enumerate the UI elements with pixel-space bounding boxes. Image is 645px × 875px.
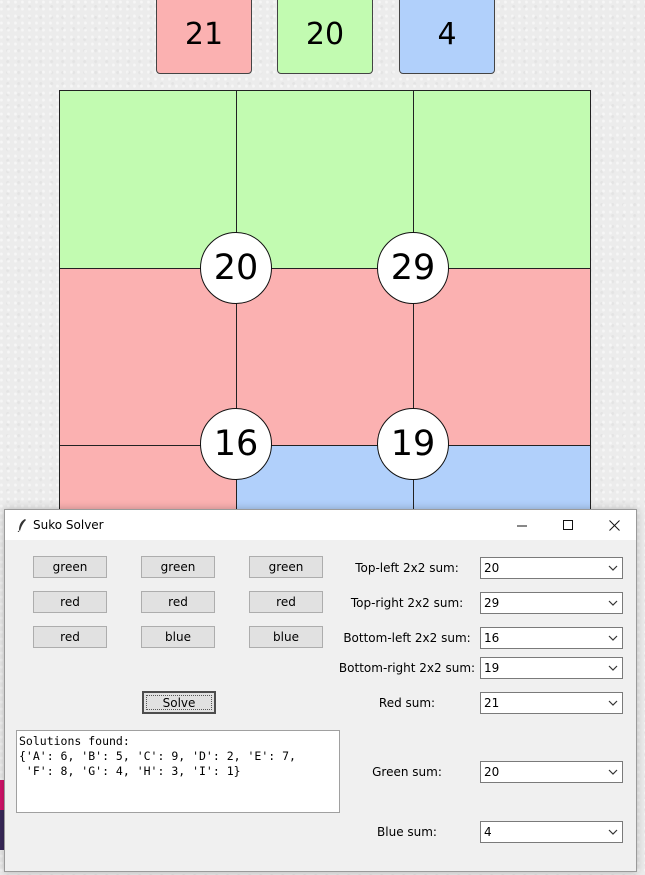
bottom-right-sum-label: Bottom-right 2x2 sum: (338, 661, 476, 675)
circle-value: 29 (390, 248, 436, 288)
output-line: Solutions found: (19, 734, 130, 748)
select-value: 4 (484, 825, 492, 839)
bottom-left-sum-select[interactable]: 16 (480, 627, 623, 649)
minimize-icon (516, 525, 527, 526)
blue-sum-select[interactable]: 4 (480, 821, 623, 843)
suko-board: 20 29 16 19 (59, 90, 591, 525)
cell-color-button-f[interactable]: red (249, 591, 323, 613)
cell-color-button-i[interactable]: blue (249, 626, 323, 648)
minimize-button[interactable] (499, 510, 545, 540)
select-value: 16 (484, 631, 500, 645)
close-icon (608, 519, 620, 531)
circle-value: 19 (390, 424, 436, 464)
green-sum-select[interactable]: 20 (480, 761, 623, 783)
cell-color-button-a[interactable]: green (33, 556, 107, 578)
chevron-down-icon (608, 829, 618, 835)
cell-color-button-d[interactable]: red (33, 591, 107, 613)
red-sum-select[interactable]: 21 (480, 692, 623, 714)
select-value: 29 (484, 596, 500, 610)
bottom-left-sum-label: Bottom-left 2x2 sum: (343, 631, 471, 645)
chevron-down-icon (608, 635, 618, 641)
focus-ring (146, 695, 212, 710)
maximize-icon (562, 519, 573, 530)
circle-value: 16 (213, 424, 259, 464)
cell-color-button-h[interactable]: blue (141, 626, 215, 648)
output-line: {'A': 6, 'B': 5, 'C': 9, 'D': 2, 'E': 7, (19, 749, 296, 763)
window-title: Suko Solver (33, 518, 104, 532)
suko-solver-window: Suko Solver green green green red red re… (4, 509, 637, 872)
cell-color-button-e[interactable]: red (141, 591, 215, 613)
circle-value: 20 (213, 248, 259, 288)
cell-color-button-c[interactable]: green (249, 556, 323, 578)
bottom-left-sum-circle: 16 (200, 408, 272, 480)
top-right-sum-circle: 29 (377, 232, 449, 304)
feather-icon (17, 519, 26, 532)
solve-button[interactable]: Solve (142, 691, 216, 714)
solutions-output[interactable]: Solutions found: {'A': 6, 'B': 5, 'C': 9,… (16, 730, 340, 813)
select-value: 21 (484, 696, 500, 710)
top-right-sum-select[interactable]: 29 (480, 592, 623, 614)
green-sum-label: Green sum: (372, 765, 442, 779)
red-sum-label: Red sum: (378, 696, 436, 710)
chevron-down-icon (608, 600, 618, 606)
select-value: 19 (484, 661, 500, 675)
blue-total-value: 4 (437, 16, 457, 52)
output-line: 'F': 8, 'G': 4, 'H': 3, 'I': 1} (19, 764, 241, 778)
close-button[interactable] (591, 510, 637, 540)
bottom-right-sum-select[interactable]: 19 (480, 657, 623, 679)
chevron-down-icon (608, 769, 618, 775)
chevron-down-icon (608, 565, 618, 571)
chevron-down-icon (608, 665, 618, 671)
green-total-value: 20 (305, 16, 345, 52)
red-total-box: 21 (156, 0, 252, 74)
red-total-value: 21 (184, 16, 224, 52)
select-value: 20 (484, 765, 500, 779)
bottom-right-sum-circle: 19 (377, 408, 449, 480)
cell-color-button-b[interactable]: green (141, 556, 215, 578)
top-left-sum-label: Top-left 2x2 sum: (355, 561, 459, 575)
blue-total-box: 4 (399, 0, 495, 74)
green-total-box: 20 (277, 0, 373, 74)
top-left-sum-select[interactable]: 20 (480, 557, 623, 579)
maximize-button[interactable] (545, 510, 591, 540)
blue-sum-label: Blue sum: (377, 825, 437, 839)
top-right-sum-label: Top-right 2x2 sum: (350, 596, 464, 610)
select-value: 20 (484, 561, 500, 575)
title-bar[interactable]: Suko Solver (5, 510, 636, 540)
board-cell-c (413, 90, 591, 269)
chevron-down-icon (608, 700, 618, 706)
top-left-sum-circle: 20 (200, 232, 272, 304)
cell-color-button-g[interactable]: red (33, 626, 107, 648)
